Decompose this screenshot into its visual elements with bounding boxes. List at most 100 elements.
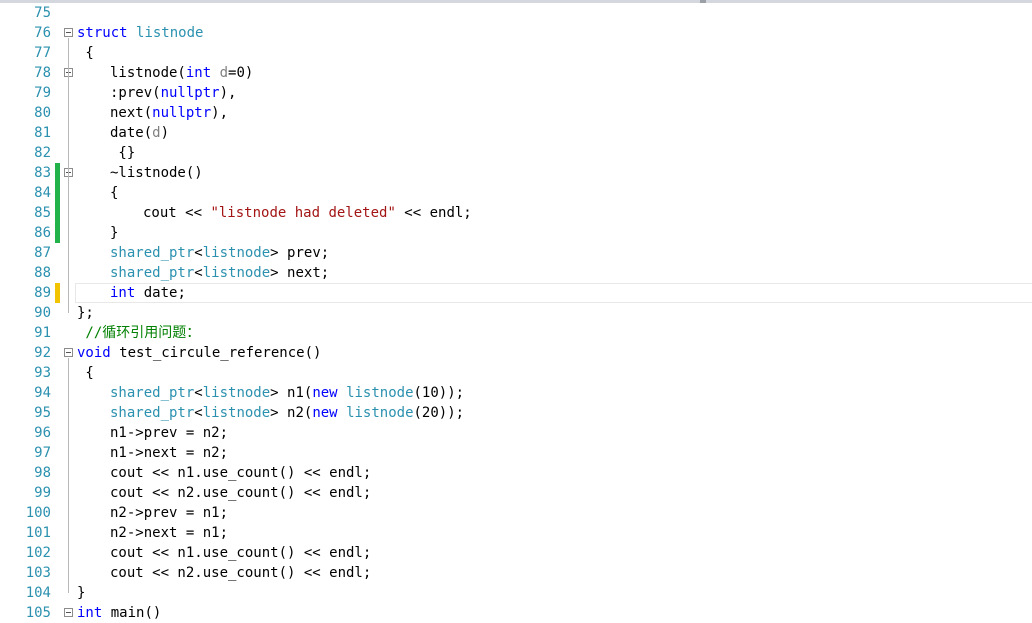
code-text[interactable]: {} [110,143,135,163]
fold-guide [68,178,69,233]
code-token: > prev; [270,245,330,261]
code-line[interactable]: 98 cout << n1.use_count() << endl; [0,463,1032,483]
code-text[interactable]: ~listnode() [110,163,203,183]
code-text[interactable]: cout << n1.use_count() << endl; [110,463,371,483]
code-token: { [110,185,119,201]
code-line[interactable]: 92 void test_circule_reference() [0,343,1032,363]
code-line[interactable]: 97 n1->next = n2; [0,443,1032,463]
collapse-icon[interactable] [64,608,73,617]
line-number: 80 [34,105,51,121]
code-text[interactable]: n1->prev = n2; [110,423,228,443]
code-text[interactable]: }; [77,303,94,323]
collapse-icon[interactable] [64,28,73,37]
code-token: ), [211,105,229,121]
code-token: d [219,65,229,81]
line-number: 100 [25,505,51,521]
code-line[interactable]: 83 ~listnode() [0,163,1032,183]
code-line[interactable]: 79:prev(nullptr), [0,83,1032,103]
code-line[interactable]: 82 {} [0,143,1032,163]
code-line[interactable]: 76 struct listnode [0,23,1032,43]
code-text[interactable]: //循环引用问题： [77,323,200,343]
code-token: cout << n1.use_count() << endl; [110,545,372,561]
code-text[interactable]: { [77,43,93,63]
code-line[interactable]: 86} [0,223,1032,243]
line-number: 101 [25,525,51,541]
code-text[interactable]: int date; [110,283,186,303]
current-line-highlight [75,283,1032,303]
code-text[interactable]: shared_ptr<listnode> prev; [110,243,329,263]
code-text[interactable]: shared_ptr<listnode> next; [110,263,329,283]
code-token: n2->next = n1; [110,525,229,541]
code-line[interactable]: 102 cout << n1.use_count() << endl; [0,543,1032,563]
line-number: 103 [25,565,51,581]
code-token: < [194,265,203,281]
code-text[interactable]: shared_ptr<listnode> n1(new listnode(10)… [110,383,464,403]
code-text[interactable]: } [77,583,85,603]
line-number: 93 [34,365,51,381]
code-token: "listnode had deleted" [210,205,396,221]
code-token: date; [135,285,186,301]
code-line[interactable]: 94 shared_ptr<listnode> n1(new listnode(1… [0,383,1032,403]
code-text[interactable]: next(nullptr), [110,103,228,123]
code-line[interactable]: 104} [0,583,1032,603]
line-number: 84 [34,185,51,201]
code-line[interactable]: 91 //循环引用问题： [0,323,1032,343]
collapse-icon[interactable] [64,348,73,357]
line-number: 99 [34,485,51,501]
code-text[interactable]: struct listnode [77,23,203,43]
code-text[interactable]: date(d) [110,123,169,143]
code-line[interactable]: 89 int date; [0,283,1032,303]
code-line[interactable]: 75 [0,3,1032,23]
code-line[interactable]: 84 { [0,183,1032,203]
code-token: listnode [136,25,204,41]
code-line[interactable]: 80 next(nullptr), [0,103,1032,123]
code-text[interactable]: shared_ptr<listnode> n2(new listnode(20)… [110,403,464,423]
fold-guide [68,358,69,593]
code-editor[interactable]: 75 76 struct listnode 77 {78 listnode(int d=… [0,3,1032,621]
line-number: 86 [34,225,51,241]
code-token: << endl; [395,205,472,221]
code-text[interactable]: :prev(nullptr), [110,83,236,103]
code-text[interactable]: { [110,183,118,203]
code-token: } [110,225,119,241]
line-number: 87 [34,245,51,261]
line-number: 82 [34,145,51,161]
code-line[interactable]: 101 n2->next = n1; [0,523,1032,543]
code-text[interactable]: n2->next = n1; [110,523,228,543]
code-token: shared_ptr [110,385,195,401]
code-text[interactable]: int main() [77,603,161,623]
code-line[interactable]: 96 n1->prev = n2; [0,423,1032,443]
code-line[interactable]: 88 shared_ptr<listnode> next; [0,263,1032,283]
code-token: < [194,405,203,421]
code-token: > n1( [270,385,313,401]
code-text[interactable]: cout << "listnode had deleted" << endl; [143,203,472,223]
code-line[interactable]: 78 listnode(int d=0) [0,63,1032,83]
code-text[interactable]: void test_circule_reference() [77,343,321,363]
code-text[interactable]: n2->prev = n1; [110,503,228,523]
code-line[interactable]: 95 shared_ptr<listnode> n2(new listnode(2… [0,403,1032,423]
line-number: 97 [34,445,51,461]
code-token: < [194,385,203,401]
code-line[interactable]: 90}; [0,303,1032,323]
code-line[interactable]: 93 { [0,363,1032,383]
code-token: ~listnode() [110,165,203,181]
code-line[interactable]: 100 n2->prev = n1; [0,503,1032,523]
code-text[interactable]: } [110,223,118,243]
code-line[interactable]: 87 shared_ptr<listnode> prev; [0,243,1032,263]
code-text[interactable]: cout << n2.use_count() << endl; [110,483,371,503]
code-token: < [194,245,203,261]
code-text[interactable]: n1->next = n2; [110,443,228,463]
code-text[interactable]: listnode(int d=0) [110,63,253,83]
code-text[interactable]: cout << n1.use_count() << endl; [110,543,371,563]
code-line[interactable]: 105 int main() [0,603,1032,623]
code-line[interactable]: 103 cout << n2.use_count() << endl; [0,563,1032,583]
code-text[interactable]: { [77,363,93,383]
code-line[interactable]: 81 date(d) [0,123,1032,143]
code-token: {} [110,145,136,161]
code-text[interactable]: cout << n2.use_count() << endl; [110,563,371,583]
code-token: ) [160,125,170,141]
code-line[interactable]: 99 cout << n2.use_count() << endl; [0,483,1032,503]
code-line[interactable]: 77 { [0,43,1032,63]
code-line[interactable]: 85 cout << "listnode had deleted" << endl… [0,203,1032,223]
